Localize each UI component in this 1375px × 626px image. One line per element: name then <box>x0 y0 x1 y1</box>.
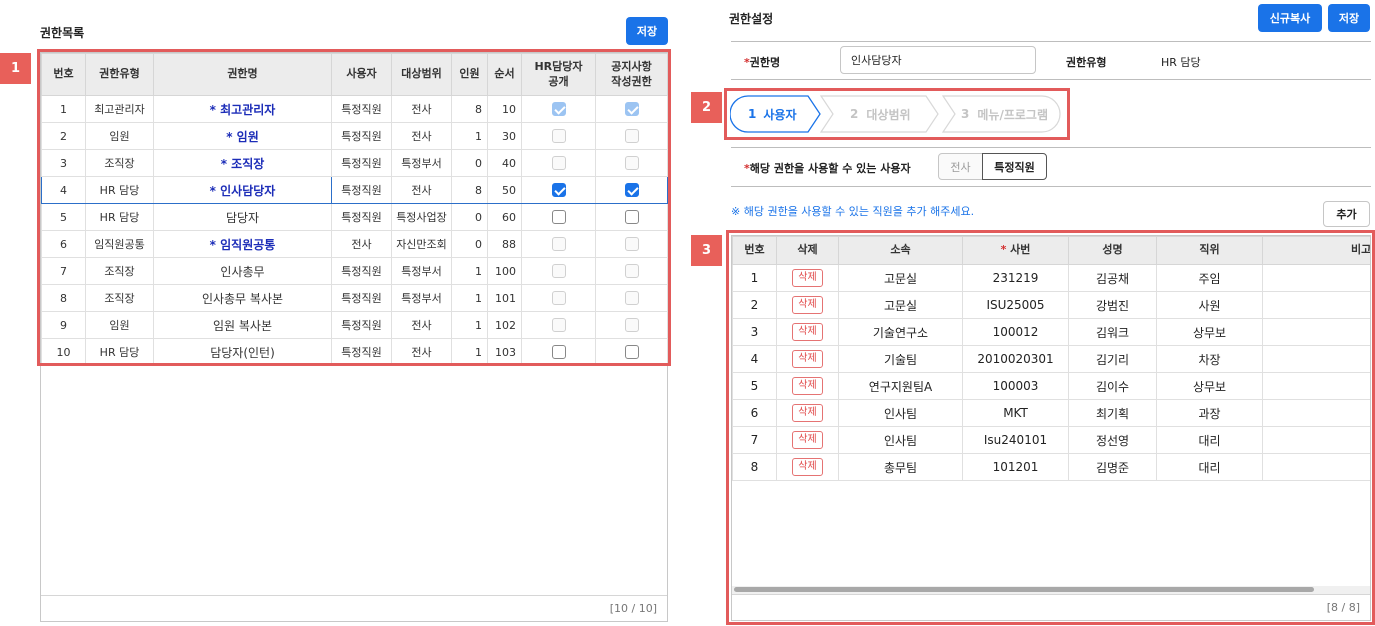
segment-specific-employees[interactable]: 특정직원 <box>982 153 1047 180</box>
highlight-box-1 <box>37 49 671 366</box>
permission-type-value: HR 담당 <box>1161 56 1201 69</box>
highlight-box-2 <box>724 88 1070 140</box>
permission-name-label-text: 권한명 <box>749 56 781 69</box>
new-copy-button[interactable]: 신규복사 <box>1258 4 1322 32</box>
permission-name-input[interactable]: 인사담당자 <box>840 46 1036 74</box>
permission-settings-title: 권한설정 <box>729 12 774 26</box>
permission-list-title: 권한목록 <box>40 26 85 40</box>
form-user-top-border <box>731 147 1371 148</box>
callout-badge-2: 2 <box>691 92 722 123</box>
right-save-button[interactable]: 저장 <box>1328 4 1370 32</box>
allowed-user-label: *해당 권한을 사용할 수 있는 사용자 <box>744 162 911 175</box>
allowed-user-label-text: 해당 권한을 사용할 수 있는 사용자 <box>749 162 911 175</box>
permission-name-label: *권한명 <box>744 56 781 69</box>
callout-badge-1: 1 <box>0 53 31 84</box>
form-top-border <box>731 41 1371 42</box>
form-row-border <box>731 79 1371 80</box>
left-row-count: [10 / 10] <box>41 595 667 621</box>
segment-all-company[interactable]: 전사 <box>938 153 983 180</box>
add-employee-button[interactable]: 추가 <box>1323 201 1370 227</box>
form-user-bottom-border <box>731 186 1371 187</box>
left-save-button[interactable]: 저장 <box>626 17 668 45</box>
highlight-box-3 <box>726 230 1375 625</box>
permission-type-label: 권한유형 <box>1066 56 1107 69</box>
callout-badge-3: 3 <box>691 235 722 266</box>
add-employee-notice: ※ 해당 권한을 사용할 수 있는 직원을 추가 해주세요. <box>731 205 975 218</box>
